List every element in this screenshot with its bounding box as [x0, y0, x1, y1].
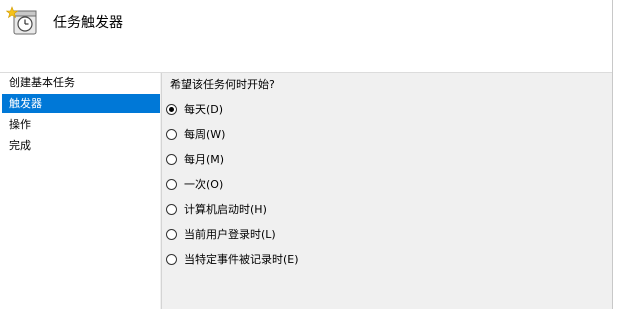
sidebar-item-trigger[interactable]: 触发器 — [2, 94, 160, 113]
sidebar-item-label: 创建基本任务 — [9, 76, 75, 89]
radio-label: 每周(W) — [184, 128, 226, 141]
radio-button[interactable] — [166, 153, 177, 165]
wizard-header: 任务触发器 — [0, 0, 612, 73]
radio-label: 当前用户登录时(L) — [184, 228, 276, 241]
radio-option-at-logon[interactable]: 当前用户登录时(L) — [166, 225, 276, 243]
radio-label: 每天(D) — [184, 103, 224, 116]
page-title: 任务触发器 — [53, 15, 123, 31]
sidebar-item-label: 完成 — [9, 139, 31, 152]
radio-button[interactable] — [166, 203, 177, 215]
trigger-question: 希望该任务何时开始? — [170, 78, 275, 91]
sidebar-item-label: 操作 — [9, 118, 31, 131]
radio-option-once[interactable]: 一次(O) — [166, 175, 223, 193]
radio-option-on-event[interactable]: 当特定事件被记录时(E) — [166, 250, 299, 268]
radio-option-weekly[interactable]: 每周(W) — [166, 125, 225, 143]
sidebar-item-create-basic-task[interactable]: 创建基本任务 — [2, 73, 160, 92]
radio-option-monthly[interactable]: 每月(M) — [166, 150, 224, 168]
radio-button[interactable] — [166, 228, 177, 240]
radio-button[interactable] — [166, 253, 177, 265]
sidebar-item-action[interactable]: 操作 — [2, 115, 160, 134]
radio-option-at-startup[interactable]: 计算机启动时(H) — [166, 200, 267, 218]
window-edge — [612, 0, 620, 309]
wizard-steps-sidebar: 创建基本任务 触发器 操作 完成 — [0, 73, 160, 309]
radio-label: 计算机启动时(H) — [184, 203, 267, 216]
radio-label: 当特定事件被记录时(E) — [184, 253, 299, 266]
radio-button[interactable] — [166, 103, 177, 115]
panel-divider — [161, 73, 162, 309]
radio-button[interactable] — [166, 128, 177, 140]
sidebar-item-finish[interactable]: 完成 — [2, 136, 160, 155]
task-clock-icon — [5, 6, 40, 36]
sidebar-item-label: 触发器 — [9, 97, 42, 110]
radio-label: 一次(O) — [184, 178, 224, 191]
radio-option-daily[interactable]: 每天(D) — [166, 100, 223, 118]
radio-button[interactable] — [166, 178, 177, 190]
radio-label: 每月(M) — [184, 153, 225, 166]
